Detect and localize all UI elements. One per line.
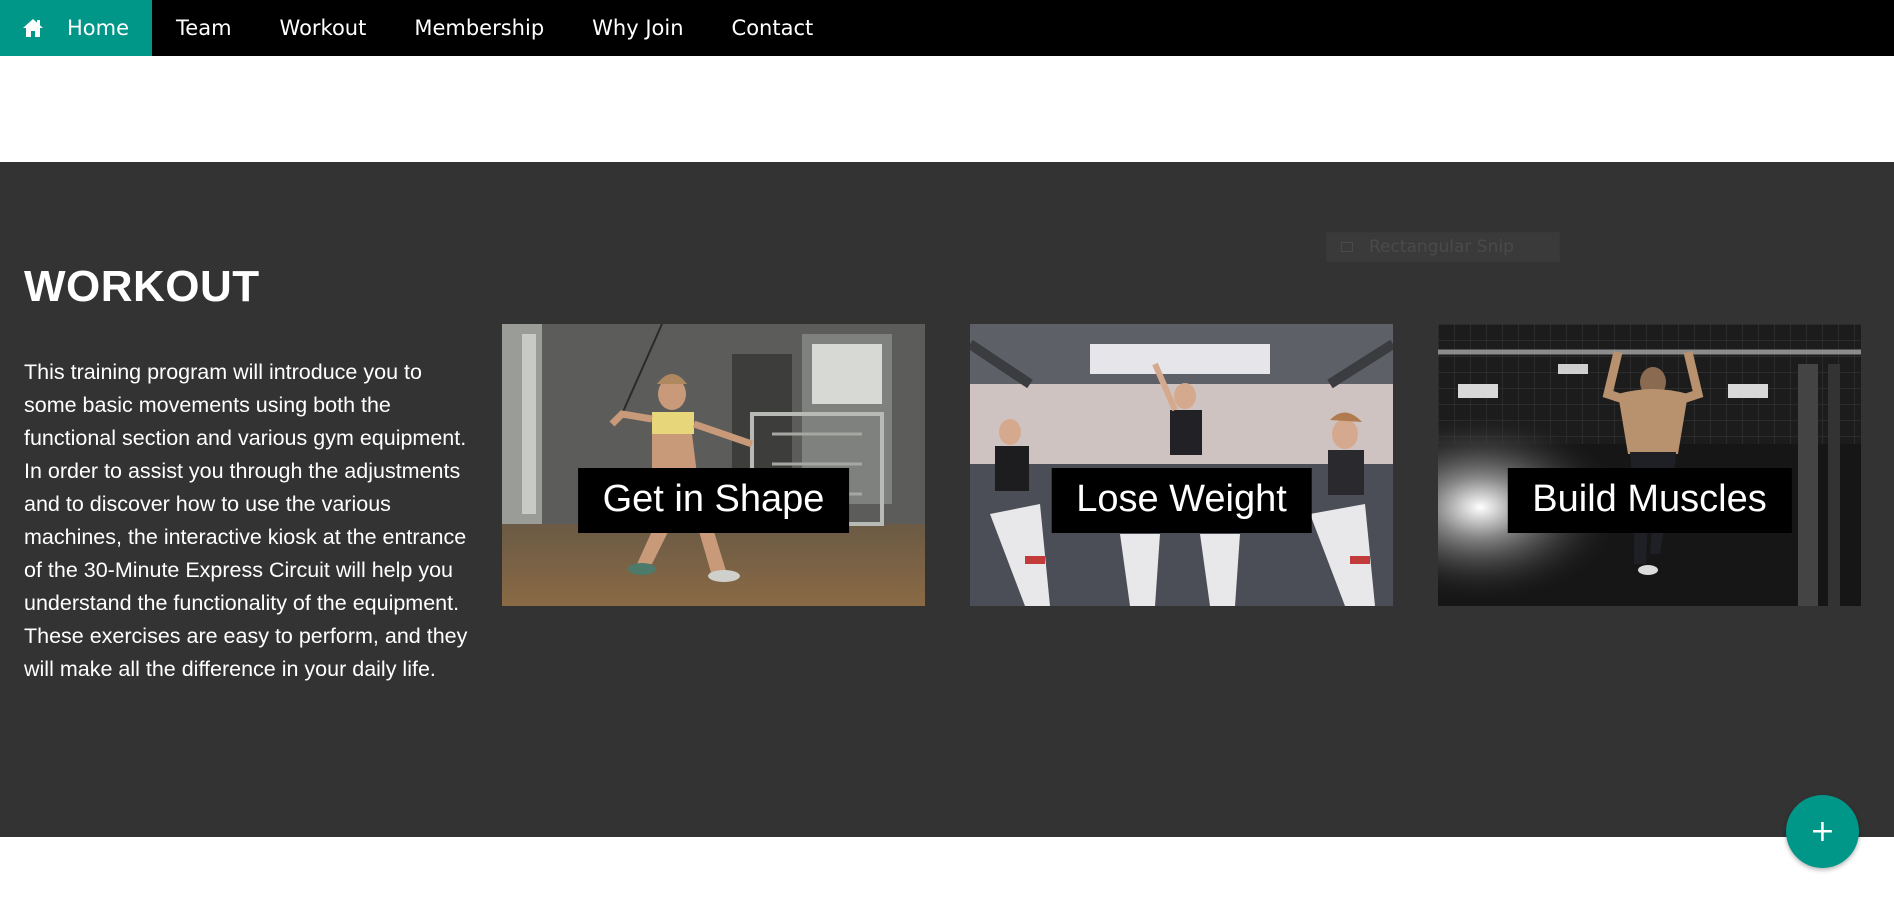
home-icon [23, 19, 43, 37]
card-label: Lose Weight [1051, 468, 1312, 533]
workout-card-build-muscles[interactable]: Build Muscles [1438, 324, 1861, 606]
nav-why-join[interactable]: Why Join [568, 0, 707, 56]
workout-section: WORKOUT This training program will intro… [0, 162, 1894, 837]
snip-tooltip-label: Rectangular Snip [1369, 237, 1514, 257]
card-label: Build Muscles [1507, 468, 1792, 533]
workout-description: This training program will introduce you… [24, 360, 468, 681]
spin-class-image [970, 324, 1393, 606]
card-label: Get in Shape [577, 468, 850, 533]
top-navbar: Home Team Workout Membership Why Join Co… [0, 0, 1894, 56]
workout-title: WORKOUT [24, 262, 260, 311]
nav-membership[interactable]: Membership [390, 0, 568, 56]
nav-contact[interactable]: Contact [708, 0, 838, 56]
workout-card-lose-weight[interactable]: Lose Weight [970, 324, 1393, 606]
gym-woman-image [502, 324, 925, 606]
workout-cards: Get in Shape Lose Weight Build Muscles [502, 324, 1861, 606]
plus-icon: + [1809, 814, 1836, 849]
nav-workout[interactable]: Workout [256, 0, 391, 56]
add-fab-button[interactable]: + [1786, 795, 1859, 868]
pull-up-man-image [1438, 324, 1861, 606]
workout-card-get-in-shape[interactable]: Get in Shape [502, 324, 925, 606]
snip-icon [1341, 242, 1353, 252]
snip-tooltip: Rectangular Snip [1326, 232, 1560, 262]
nav-home-label: Home [67, 16, 130, 40]
nav-team[interactable]: Team [152, 0, 256, 56]
nav-home[interactable]: Home [0, 0, 153, 56]
